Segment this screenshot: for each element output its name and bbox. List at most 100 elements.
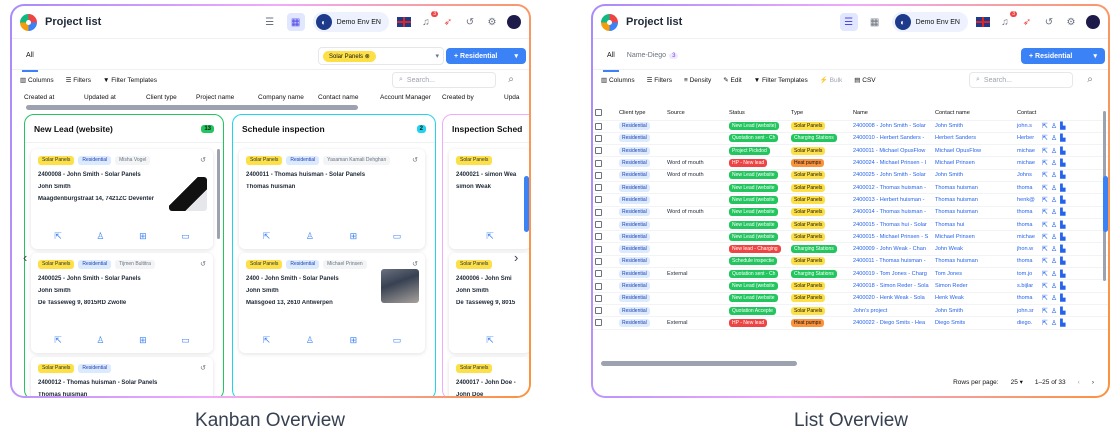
tab-name-diego[interactable]: Name-Diego 3 bbox=[621, 46, 685, 65]
contact-name-link[interactable]: John Smith bbox=[933, 304, 1015, 318]
table-row[interactable]: Residential Quotation sent - Ch Charging S… bbox=[593, 132, 1108, 146]
contact-name-link[interactable]: Tom Jones bbox=[933, 267, 1015, 281]
filter-templates-button[interactable]: ▼ Filter Templates bbox=[754, 77, 808, 84]
column-header[interactable]: Contact bbox=[1015, 106, 1108, 121]
company-icon[interactable]: ▙ bbox=[1060, 283, 1068, 290]
contact-name-link[interactable]: Henk Weak bbox=[933, 292, 1015, 305]
column-header[interactable]: Contact name bbox=[318, 94, 358, 101]
contact-name-link[interactable]: Thomas huisman bbox=[933, 255, 1015, 269]
csv-button[interactable]: ▤ CSV bbox=[854, 76, 875, 84]
company-icon[interactable]: ▙ bbox=[1060, 172, 1068, 179]
table-row[interactable]: Residential Word of mouth New Lead (websit… bbox=[593, 169, 1108, 182]
project-name-link[interactable]: 2400019 - Tom Jones - Charg bbox=[851, 267, 933, 281]
user-icon[interactable]: ♙ bbox=[1051, 222, 1060, 229]
open-link-icon[interactable]: ⇱ bbox=[1042, 123, 1051, 130]
open-link-icon[interactable]: ⇱ bbox=[1042, 246, 1051, 253]
contact-name-link[interactable]: Herbert Sanders bbox=[933, 132, 1015, 146]
map-icon[interactable]: ⊞ bbox=[350, 231, 358, 242]
column-header[interactable]: Name bbox=[851, 106, 933, 121]
row-checkbox[interactable] bbox=[595, 196, 602, 204]
open-link-icon[interactable]: ⇱ bbox=[1042, 160, 1051, 167]
user-icon[interactable]: ♙ bbox=[1051, 197, 1060, 204]
row-checkbox[interactable] bbox=[595, 147, 602, 155]
company-icon[interactable]: ▙ bbox=[1060, 308, 1068, 315]
contact-name-link[interactable]: Michael Prinsen bbox=[933, 230, 1015, 244]
contact-email-link[interactable]: thoma bbox=[1015, 206, 1040, 219]
table-row[interactable]: Residential New Lead (website Solar Panels… bbox=[593, 218, 1108, 232]
project-name-link[interactable]: 2400024 - Michael Prinsen - I bbox=[851, 156, 933, 170]
user-icon[interactable]: ♙ bbox=[306, 335, 314, 346]
user-icon[interactable]: ♙ bbox=[1051, 320, 1060, 327]
column-header[interactable]: Client type bbox=[617, 106, 665, 121]
gear-icon[interactable]: ⚙ bbox=[485, 17, 499, 28]
row-checkbox[interactable] bbox=[595, 294, 602, 302]
next-page-icon[interactable]: › bbox=[1092, 379, 1094, 386]
user-icon[interactable]: ♙ bbox=[96, 231, 104, 242]
open-link-icon[interactable]: ⇱ bbox=[1042, 209, 1051, 216]
company-icon[interactable]: ▙ bbox=[1060, 258, 1068, 265]
company-icon[interactable]: ▙ bbox=[1060, 209, 1068, 216]
contact-email-link[interactable]: tom.jo bbox=[1015, 267, 1040, 281]
user-icon[interactable]: ♙ bbox=[1051, 308, 1060, 315]
project-name-link[interactable]: 2400012 - Thomas huisman - bbox=[851, 181, 933, 195]
company-icon[interactable]: ▙ bbox=[1060, 234, 1068, 241]
column-header[interactable]: Contact name bbox=[933, 106, 1015, 121]
user-icon[interactable]: ♙ bbox=[1051, 234, 1060, 241]
open-link-icon[interactable]: ⇱ bbox=[1042, 258, 1051, 265]
column-header[interactable]: Project name bbox=[196, 94, 234, 101]
env-switcher[interactable]: ◐ Demo Env EN bbox=[891, 12, 968, 32]
column-header[interactable]: Account Manager bbox=[380, 94, 431, 101]
project-card[interactable]: Solar Panels Residential Yasaman Kamali De… bbox=[239, 149, 425, 249]
list-view-icon[interactable]: ☰ bbox=[839, 13, 858, 31]
user-icon[interactable]: ♙ bbox=[1051, 123, 1060, 130]
column-header[interactable]: Created by bbox=[442, 94, 474, 101]
table-row[interactable]: Residential Word of mouth HP - New lead Hea… bbox=[593, 156, 1108, 170]
project-name-link[interactable]: 2400018 - Simon Reder - Sola bbox=[851, 279, 933, 293]
open-link-icon[interactable]: ⇱ bbox=[1042, 271, 1051, 278]
history-icon[interactable]: ↺ bbox=[200, 156, 206, 164]
card-icon[interactable]: ▭ bbox=[393, 231, 402, 242]
column-header[interactable]: Company name bbox=[258, 94, 304, 101]
user-icon[interactable]: ♙ bbox=[1051, 246, 1060, 253]
columns-button[interactable]: ▥ Columns bbox=[20, 76, 54, 84]
row-checkbox[interactable] bbox=[595, 319, 602, 327]
contact-email-link[interactable]: Herber bbox=[1015, 132, 1040, 146]
project-card[interactable]: Solar Panels Residential Michael Prinsen ↺ 2… bbox=[239, 253, 425, 353]
column-header[interactable]: Upda bbox=[504, 94, 520, 101]
bulk-button[interactable]: ⚡ Bulk bbox=[820, 76, 843, 84]
prev-page-icon[interactable]: ‹ bbox=[1078, 379, 1080, 386]
user-icon[interactable]: ♙ bbox=[1051, 172, 1060, 179]
project-name-link[interactable]: John's project bbox=[851, 304, 933, 318]
user-icon[interactable]: ♙ bbox=[1051, 283, 1060, 290]
filters-button[interactable]: ☰ Filters bbox=[66, 76, 91, 84]
column-header[interactable]: Created at bbox=[24, 94, 54, 101]
filter-chip[interactable]: Solar Panels ⊗ bbox=[323, 50, 376, 62]
project-name-link[interactable]: 2400015 - Thomas hui - Solar bbox=[851, 218, 933, 232]
project-card[interactable]: Solar Panels 2400021 - simon Wea simon Wea… bbox=[449, 149, 529, 249]
contact-email-link[interactable]: michae bbox=[1015, 230, 1040, 244]
filters-button[interactable]: ☰ Filters bbox=[647, 76, 672, 84]
company-icon[interactable]: ▙ bbox=[1060, 148, 1068, 155]
table-row[interactable]: Residential New Lead (website Solar Panels… bbox=[593, 230, 1108, 244]
kanban-view-icon[interactable]: ▦ bbox=[866, 13, 884, 31]
card-icon[interactable]: ▭ bbox=[393, 335, 402, 346]
contact-email-link[interactable]: john.sr bbox=[1015, 304, 1040, 318]
contact-email-link[interactable]: thoma bbox=[1015, 218, 1040, 232]
uk-flag-icon[interactable] bbox=[397, 17, 411, 27]
density-button[interactable]: ≡ Density bbox=[684, 77, 711, 84]
open-link-icon[interactable]: ⇱ bbox=[54, 335, 62, 346]
contact-name-link[interactable]: John Smith bbox=[933, 169, 1015, 182]
list-view-icon[interactable]: ☰ bbox=[261, 13, 279, 31]
project-name-link[interactable]: 2400015 - Michael Prinsen - S bbox=[851, 230, 933, 244]
company-icon[interactable]: ▙ bbox=[1060, 246, 1068, 253]
horizontal-scrollbar[interactable] bbox=[601, 361, 797, 366]
contact-email-link[interactable]: john.s bbox=[1015, 120, 1040, 133]
history-icon[interactable]: ↺ bbox=[412, 260, 418, 268]
tab-all[interactable]: All bbox=[20, 46, 40, 72]
project-name-link[interactable]: 2400011 - Thomas huisman - bbox=[851, 255, 933, 269]
contact-email-link[interactable]: michae bbox=[1015, 156, 1040, 170]
rocket-icon[interactable]: ➶ bbox=[441, 17, 455, 28]
search-icon[interactable]: ⌕ bbox=[504, 74, 518, 85]
contact-email-link[interactable]: thoma bbox=[1015, 181, 1040, 195]
contact-name-link[interactable]: Simon Reder bbox=[933, 279, 1015, 293]
